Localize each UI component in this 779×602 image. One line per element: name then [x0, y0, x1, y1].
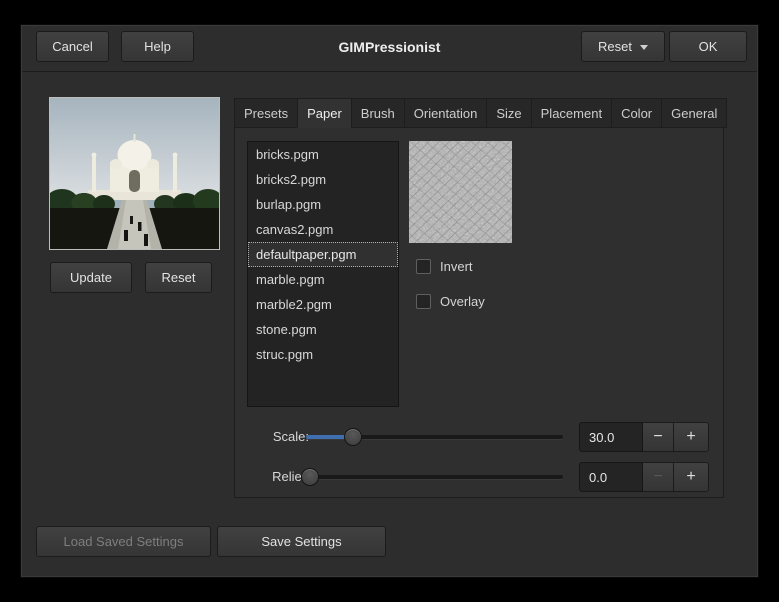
relief-plus-button[interactable]: +	[674, 462, 709, 492]
invert-label: Invert	[440, 259, 473, 274]
ok-button[interactable]: OK	[669, 31, 747, 62]
chevron-down-icon	[640, 45, 648, 50]
relief-value-entry[interactable]: 0.0	[579, 462, 643, 492]
gimpressionist-dialog: Cancel Help GIMPressionist Reset OK	[20, 24, 759, 578]
list-item[interactable]: bricks2.pgm	[248, 167, 398, 192]
list-item[interactable]: burlap.pgm	[248, 192, 398, 217]
list-item[interactable]: stone.pgm	[248, 317, 398, 342]
screen: Cancel Help GIMPressionist Reset OK	[0, 0, 779, 602]
overlay-label: Overlay	[440, 294, 485, 309]
scale-slider-handle[interactable]	[344, 428, 362, 446]
reset-menu-button[interactable]: Reset	[581, 31, 665, 62]
overlay-checkbox[interactable]	[416, 294, 431, 309]
scale-plus-button[interactable]: +	[674, 422, 709, 452]
tab-size[interactable]: Size	[486, 98, 530, 128]
list-item-selected[interactable]: defaultpaper.pgm	[248, 242, 398, 267]
relief-label: Relief:	[249, 469, 309, 484]
load-saved-settings-button: Load Saved Settings	[36, 526, 211, 557]
list-item[interactable]: marble2.pgm	[248, 292, 398, 317]
invert-checkbox[interactable]	[416, 259, 431, 274]
scale-label: Scale:	[249, 429, 309, 444]
tab-general[interactable]: General	[661, 98, 727, 128]
tab-placement[interactable]: Placement	[531, 98, 611, 128]
tab-brush[interactable]: Brush	[351, 98, 404, 128]
scale-minus-button[interactable]: −	[643, 422, 674, 452]
header-separator	[22, 71, 757, 72]
relief-minus-button: −	[643, 462, 674, 492]
save-settings-button[interactable]: Save Settings	[217, 526, 386, 557]
paper-texture-preview	[409, 141, 512, 243]
list-item[interactable]: marble.pgm	[248, 267, 398, 292]
tab-paper[interactable]: Paper	[297, 98, 351, 128]
relief-slider[interactable]	[306, 475, 563, 479]
image-preview	[49, 97, 220, 250]
tab-orientation[interactable]: Orientation	[404, 98, 487, 128]
reset-menu-label: Reset	[598, 39, 632, 54]
preview-reset-button[interactable]: Reset	[145, 262, 212, 293]
relief-slider-handle[interactable]	[301, 468, 319, 486]
list-item[interactable]: struc.pgm	[248, 342, 398, 367]
taj-mahal-preview-image	[50, 98, 219, 249]
list-item[interactable]: bricks.pgm	[248, 142, 398, 167]
tab-bar: Presets Paper Brush Orientation Size Pla…	[234, 98, 727, 128]
list-item[interactable]: canvas2.pgm	[248, 217, 398, 242]
paper-file-list[interactable]: bricks.pgm bricks2.pgm burlap.pgm canvas…	[247, 141, 399, 407]
tab-presets[interactable]: Presets	[234, 98, 297, 128]
update-button[interactable]: Update	[50, 262, 132, 293]
tab-color[interactable]: Color	[611, 98, 661, 128]
scale-value-entry[interactable]: 30.0	[579, 422, 643, 452]
